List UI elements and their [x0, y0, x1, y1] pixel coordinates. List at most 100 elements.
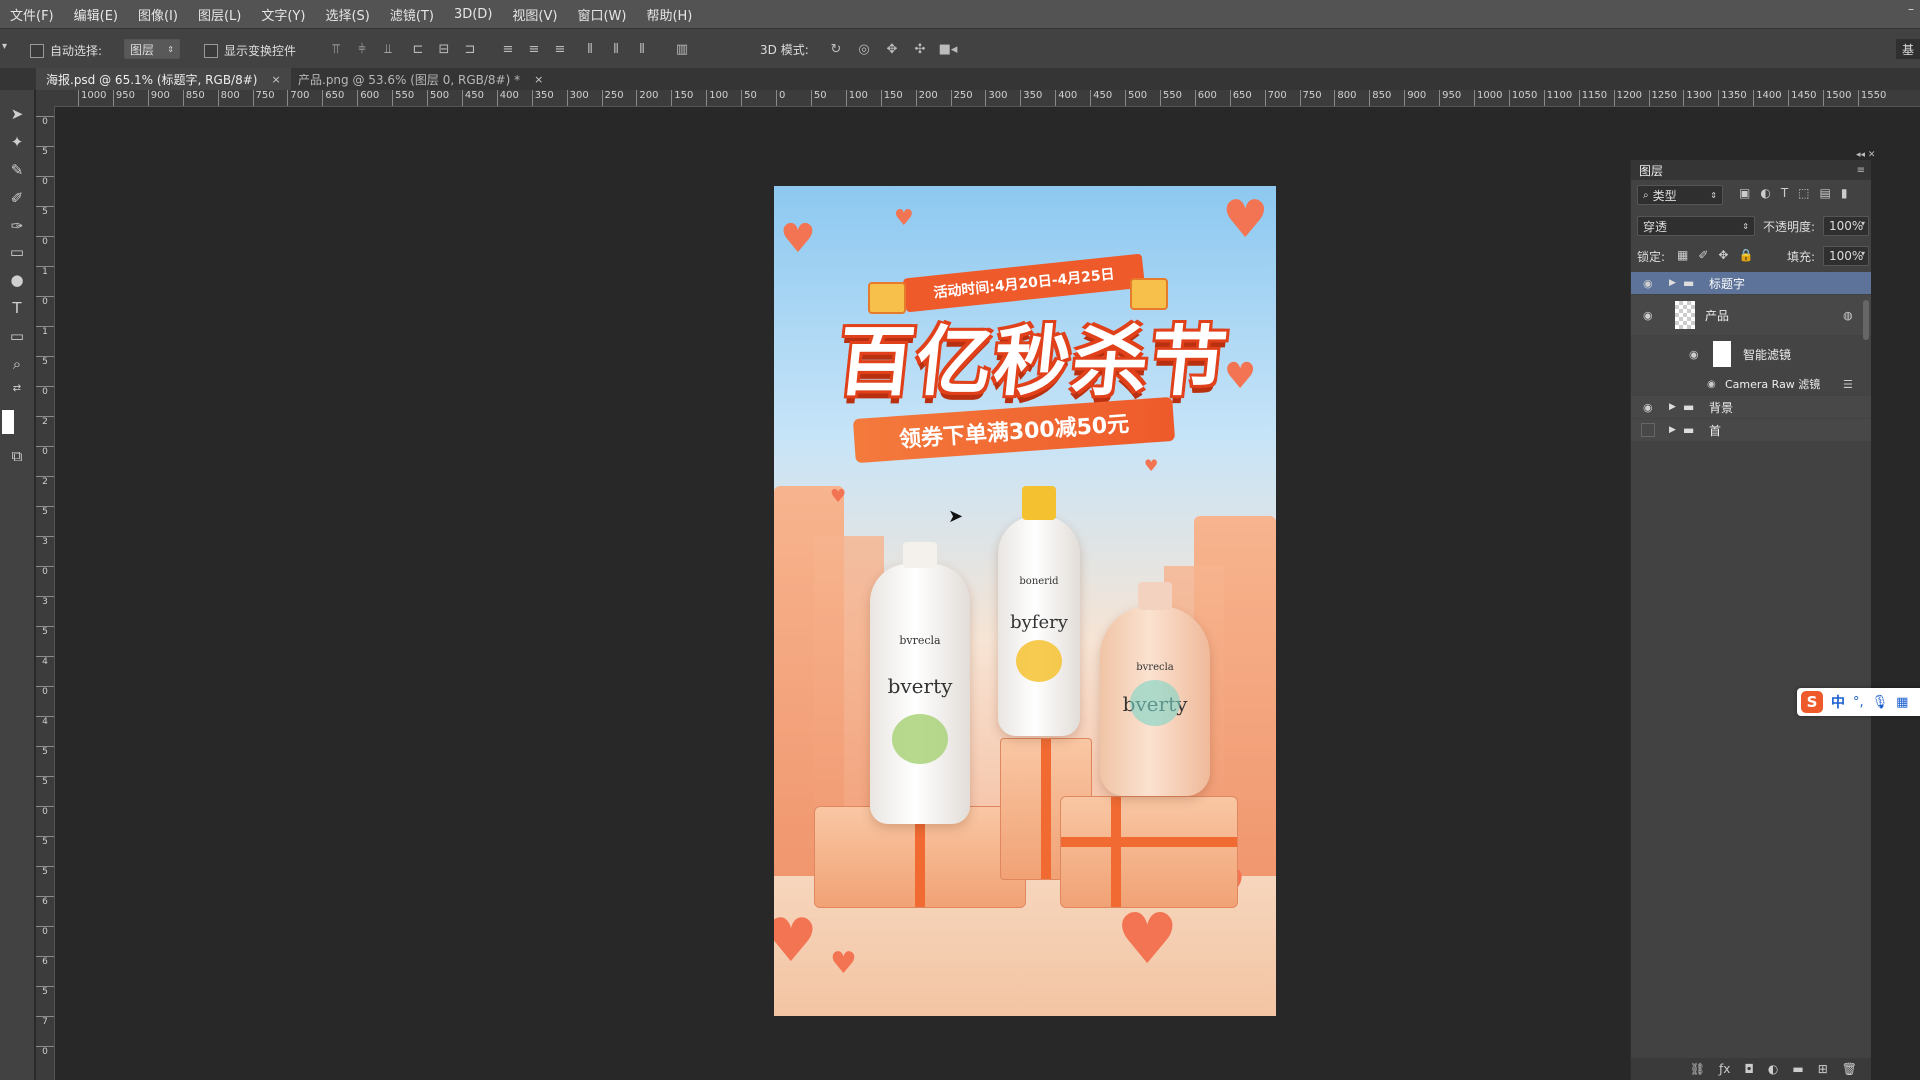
auto-select-dropdown[interactable]: 图层 ⇕ — [124, 39, 180, 59]
menu-layer[interactable]: 图层(L) — [188, 5, 251, 24]
link-layers-icon[interactable]: ⛓ — [1690, 1062, 1705, 1076]
gradient-tool-icon[interactable]: ▭ — [4, 240, 30, 264]
panel-collapse-icon[interactable]: ◂◂ ✕ — [1856, 150, 1875, 160]
eye-icon[interactable]: ◉ — [1707, 379, 1716, 390]
panel-menu-icon[interactable]: ≡ — [1857, 165, 1865, 176]
align-hcenter-icon[interactable]: ⊟ — [434, 39, 454, 59]
eyedropper-tool-icon[interactable]: ✎ — [4, 158, 30, 182]
align-right-icon[interactable]: ⊐ — [460, 39, 480, 59]
eye-icon[interactable]: ◉ — [1643, 277, 1653, 290]
new-layer-icon[interactable]: ⊞ — [1818, 1062, 1828, 1076]
lock-all-icon[interactable]: 🔒 — [1738, 248, 1753, 262]
tab-product[interactable]: 产品.png @ 53.6% (图层 0, RGB/8#) * × — [288, 68, 553, 90]
distribute-left-icon[interactable]: ⦀ — [580, 39, 600, 59]
fill-chevron-icon[interactable]: ▾ — [1861, 249, 1865, 258]
close-icon[interactable]: × — [534, 73, 543, 86]
add-mask-icon[interactable]: ◘ — [1744, 1062, 1754, 1076]
distribute-bottom-icon[interactable]: ≡ — [550, 39, 570, 59]
punctuation-icon[interactable]: °, — [1853, 695, 1864, 710]
lock-transparency-icon[interactable]: ▦ — [1677, 248, 1688, 262]
layer-row[interactable]: ◉ ▶ ▬ 标题字 — [1631, 272, 1871, 294]
menu-select[interactable]: 选择(S) — [315, 5, 379, 24]
new-group-icon[interactable]: ▬ — [1792, 1062, 1803, 1076]
menu-view[interactable]: 视图(V) — [502, 5, 567, 24]
lock-position-icon[interactable]: ✥ — [1718, 248, 1728, 262]
align-top-icon[interactable]: ⫪ — [326, 39, 346, 59]
blend-mode-dropdown[interactable]: 穿透 ⇕ — [1637, 216, 1755, 236]
slide-3d-icon[interactable]: ✣ — [910, 39, 930, 59]
menu-file[interactable]: 文件(F) — [0, 5, 64, 24]
filter-shape-icon[interactable]: ⬚ — [1798, 186, 1809, 200]
filter-smart-icon[interactable]: ▤ — [1820, 186, 1831, 200]
move-tool-icon[interactable]: ➤ — [4, 102, 30, 126]
magic-wand-tool-icon[interactable]: ✦ — [4, 130, 30, 154]
filter-adjustment-icon[interactable]: ◐ — [1760, 186, 1770, 200]
ime-lang[interactable]: 中 — [1831, 692, 1845, 712]
screen-mode-icon[interactable]: ⧉ — [4, 444, 30, 468]
auto-select-checkbox[interactable] — [30, 43, 44, 58]
tool-preset-chevron-icon[interactable]: ▾ — [2, 41, 7, 52]
roll-3d-icon[interactable]: ◎ — [854, 39, 874, 59]
show-transform-checkbox[interactable] — [204, 43, 218, 58]
eye-icon[interactable]: ◉ — [1643, 309, 1653, 322]
expand-arrow-icon[interactable]: ▶ — [1669, 402, 1676, 412]
filter-pixel-icon[interactable]: ▣ — [1739, 186, 1750, 200]
brush-tool-icon[interactable]: ✐ — [4, 186, 30, 210]
filter-type-icon[interactable]: T — [1781, 186, 1788, 200]
expand-arrow-icon[interactable]: ▶ — [1669, 278, 1676, 288]
pan-3d-icon[interactable]: ✥ — [882, 39, 902, 59]
vertical-ruler[interactable]: 0 5 0 5 0 1 0 1 5 0 2 0 2 5 3 0 3 5 4 0 4 5 5 0 5 5 6 0 6 5 7 0 — [36, 106, 55, 1080]
menu-edit[interactable]: 编辑(E) — [64, 5, 128, 24]
document-canvas[interactable]: ♥ ♥ ♥ ♥ ♥ ♥ ♥ ♥ ♥ ♥ 活动时间:4月20日-4月25日 百亿秒… — [774, 186, 1276, 1016]
layer-row[interactable]: ◉ ▶ ▬ 背景 — [1631, 396, 1871, 418]
ime-more-icon[interactable]: ▦ — [1896, 695, 1908, 710]
eye-icon[interactable]: ◉ — [1643, 401, 1653, 414]
eye-icon[interactable]: ◉ — [1689, 348, 1699, 361]
dodge-tool-icon[interactable]: ● — [4, 268, 30, 292]
distribute-vcenter-icon[interactable]: ≡ — [524, 39, 544, 59]
distribute-right-icon[interactable]: ⦀ — [632, 39, 652, 59]
trash-icon[interactable]: 🗑 — [1842, 1062, 1857, 1076]
close-icon[interactable]: × — [271, 73, 280, 86]
fx-icon[interactable]: ƒx — [1719, 1062, 1730, 1076]
layer-row[interactable]: ◉ 智能滤镜 — [1631, 336, 1871, 372]
type-tool-icon[interactable]: T — [4, 296, 30, 320]
orbit-3d-icon[interactable]: ↻ — [826, 39, 846, 59]
align-left-icon[interactable]: ⊏ — [408, 39, 428, 59]
menu-image[interactable]: 图像(I) — [128, 5, 188, 24]
rectangle-tool-icon[interactable]: ▭ — [4, 324, 30, 348]
tab-poster[interactable]: 海报.psd @ 65.1% (标题字, RGB/8#) × — [36, 68, 291, 90]
menu-filter[interactable]: 滤镜(T) — [380, 5, 444, 24]
menu-3d[interactable]: 3D(D) — [444, 7, 502, 22]
filter-options-icon[interactable]: ☰ — [1843, 378, 1853, 391]
scale-3d-icon[interactable]: ■◂ — [938, 39, 958, 59]
zoom-tool-icon[interactable]: ⌕ — [4, 352, 30, 376]
history-brush-tool-icon[interactable]: ✑ — [4, 214, 30, 238]
auto-align-icon[interactable]: ▥ — [672, 39, 692, 59]
microphone-icon[interactable]: 🎙 — [1872, 695, 1889, 710]
layer-row[interactable]: ◉ 产品 ◍ — [1631, 295, 1871, 335]
panel-title[interactable]: 图层 — [1639, 162, 1663, 179]
lock-pixels-icon[interactable]: ✐ — [1698, 248, 1708, 262]
menu-type[interactable]: 文字(Y) — [251, 5, 315, 24]
menu-window[interactable]: 窗口(W) — [567, 5, 636, 24]
adjustment-layer-icon[interactable]: ◐ — [1768, 1062, 1778, 1076]
expand-arrow-icon[interactable]: ▶ — [1669, 425, 1676, 435]
ime-toolbar[interactable]: S 中 °, 🎙 ▦ — [1797, 688, 1920, 716]
foreground-color-swatch[interactable] — [2, 410, 14, 434]
filter-toggle-icon[interactable]: ▮ — [1841, 186, 1848, 200]
layers-scrollbar[interactable] — [1863, 300, 1869, 340]
menu-help[interactable]: 帮助(H) — [636, 5, 702, 24]
distribute-hcenter-icon[interactable]: ⦀ — [606, 39, 626, 59]
align-bottom-icon[interactable]: ⫫ — [378, 39, 398, 59]
layer-row[interactable]: ◉ Camera Raw 滤镜 ☰ — [1631, 373, 1871, 395]
layer-row[interactable]: ▶ ▬ 首 — [1631, 419, 1871, 441]
workspace-button[interactable]: 基 — [1896, 39, 1920, 59]
window-minimize-icon[interactable]: – — [1908, 2, 1914, 16]
visibility-empty-box[interactable] — [1641, 423, 1655, 437]
horizontal-ruler[interactable]: 1000 950 900 850 800 750 700 650 600 550 500 450 400… — [40, 90, 1920, 107]
opacity-chevron-icon[interactable]: ▾ — [1861, 219, 1865, 228]
distribute-top-icon[interactable]: ≡ — [498, 39, 518, 59]
align-vcenter-icon[interactable]: ⫩ — [352, 39, 372, 59]
swap-colors-icon[interactable]: ⇄ — [4, 376, 30, 400]
